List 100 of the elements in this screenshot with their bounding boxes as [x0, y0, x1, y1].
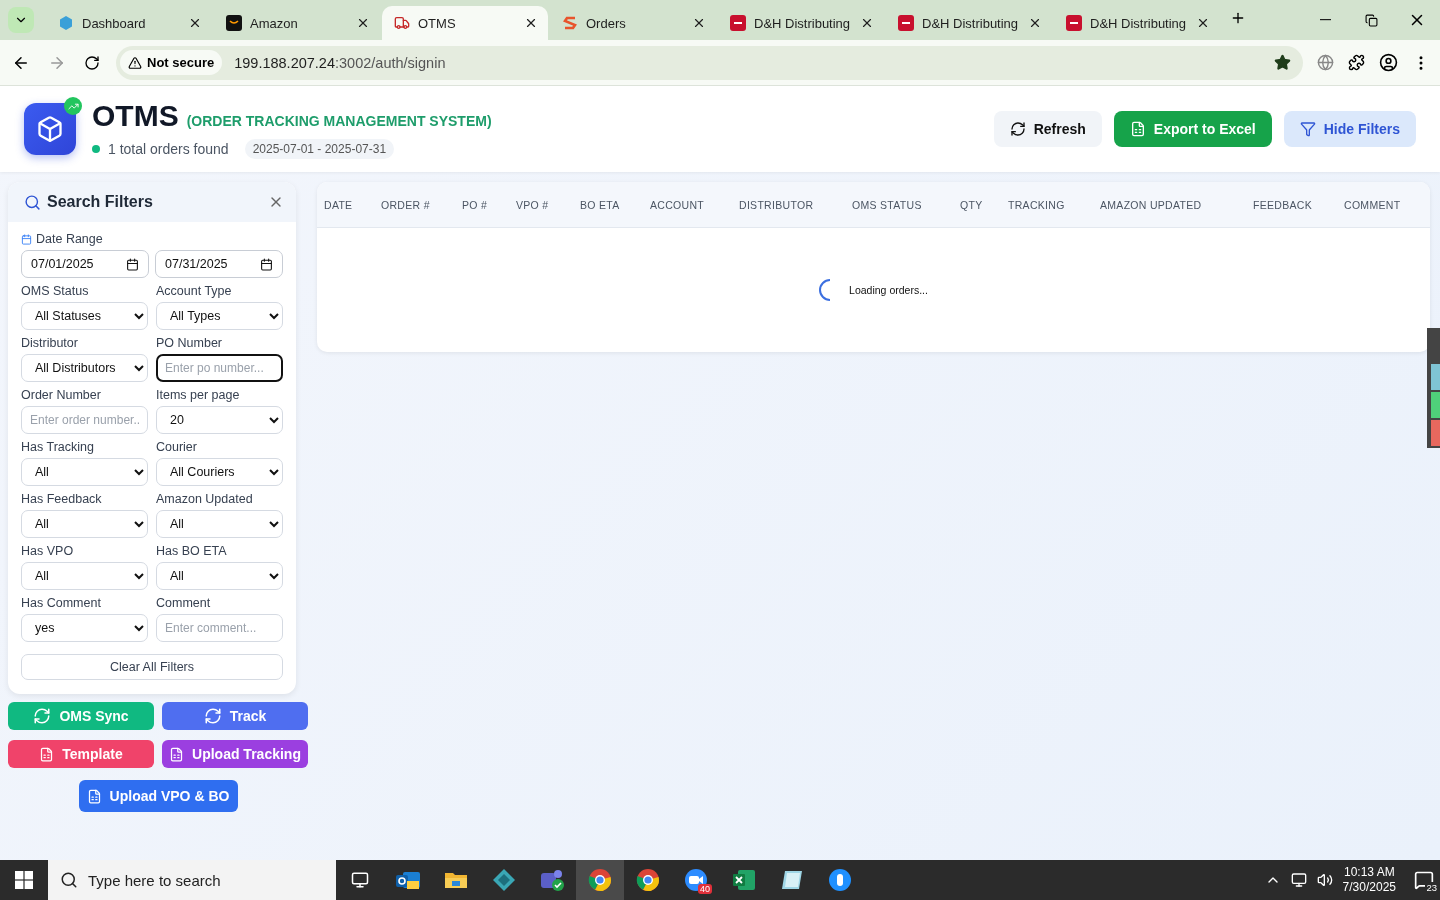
globe-icon[interactable] — [1317, 54, 1334, 71]
field-label: Has BO ETA — [156, 544, 228, 558]
column-header: OMS STATUS — [852, 198, 923, 211]
select-field[interactable]: All Statuses — [21, 302, 148, 330]
close-icon[interactable] — [860, 16, 874, 30]
order-count: 1 total orders found — [108, 141, 229, 157]
select-field[interactable]: All — [21, 458, 148, 486]
select-field[interactable]: yes — [21, 614, 148, 642]
browser-tab[interactable]: D&H Distributing — [886, 6, 1052, 40]
date-range-badge: 2025-07-01 - 2025-07-31 — [244, 139, 395, 159]
search-icon — [60, 871, 78, 889]
close-icon[interactable] — [692, 16, 706, 30]
calendar-icon — [126, 257, 139, 271]
field-label: Courier — [156, 440, 198, 454]
hexagon-icon — [58, 15, 74, 31]
spreadsheet-icon — [732, 869, 756, 891]
bookmark-star-icon[interactable] — [1274, 54, 1291, 71]
side-widget[interactable] — [1427, 328, 1440, 448]
extensions-icon[interactable] — [1348, 54, 1365, 71]
square-logo-icon — [1066, 15, 1082, 31]
select-field[interactable]: All — [21, 562, 148, 590]
select-field[interactable]: All Couriers — [156, 458, 283, 486]
select-field[interactable]: 20 — [156, 406, 283, 434]
file-icon — [39, 746, 55, 762]
taskbar-search-field[interactable]: Type here to search — [48, 860, 336, 900]
close-icon[interactable] — [1196, 16, 1210, 30]
date-field[interactable]: 07/31/2025 — [155, 250, 283, 278]
clock[interactable]: 10:13 AM 7/30/2025 — [1342, 865, 1396, 895]
field-label: Order Number — [21, 388, 102, 402]
select-field[interactable]: All — [156, 510, 283, 538]
clear-filters-button[interactable]: Clear All Filters — [21, 654, 283, 680]
calendar-icon — [260, 257, 273, 271]
browser-icon — [636, 868, 660, 892]
column-header: QTY — [960, 198, 984, 211]
browser-tab[interactable]: Dashboard — [46, 6, 212, 40]
panel-title: Search Filters — [47, 193, 154, 211]
notification-badge: 40 — [698, 884, 712, 894]
field-label: Has Comment — [21, 596, 102, 610]
reload-icon — [84, 54, 100, 71]
field-label: Distributor — [21, 336, 79, 350]
tab-search-button[interactable] — [8, 7, 34, 33]
column-header: ORDER # — [381, 198, 431, 211]
field-label: OMS Status — [21, 284, 90, 298]
refresh-icon — [1009, 121, 1026, 137]
action-button[interactable]: Template — [8, 740, 154, 768]
browser-tab[interactable]: Orders — [550, 6, 716, 40]
browser-tab[interactable]: D&H Distributing — [718, 6, 884, 40]
column-header: PO # — [462, 198, 489, 211]
mail-icon — [395, 869, 421, 891]
file-icon — [86, 788, 102, 804]
status-dot — [92, 145, 100, 153]
spinner-icon — [819, 279, 832, 301]
text-field[interactable]: Enter po number... — [156, 354, 283, 382]
close-icon[interactable] — [524, 16, 538, 30]
notification-count: 23 — [1425, 882, 1438, 893]
url-text: 199.188.207.24:3002/auth/signin — [234, 54, 447, 71]
browser-tab[interactable]: OTMS — [382, 6, 548, 40]
column-header: DATE — [324, 198, 354, 211]
address-bar[interactable]: Not secure 199.188.207.24:3002/auth/signin — [116, 45, 1303, 80]
calendar-icon — [21, 233, 32, 245]
action-button[interactable]: Track — [162, 702, 308, 730]
square-logo-icon — [898, 15, 914, 31]
sync-icon — [203, 707, 222, 725]
browser-tab[interactable]: Amazon — [214, 6, 380, 40]
security-chip[interactable]: Not secure — [120, 50, 223, 75]
select-field[interactable]: All Distributors — [21, 354, 148, 382]
select-field[interactable]: All Types — [156, 302, 283, 330]
field-label: Amazon Updated — [156, 492, 254, 506]
folder-icon — [444, 870, 468, 890]
refresh-button[interactable]: Refresh — [993, 111, 1102, 147]
browser-tab[interactable]: D&H Distributing — [1054, 6, 1220, 40]
close-icon[interactable] — [356, 16, 370, 30]
volume-icon[interactable] — [1316, 872, 1333, 888]
filter-button[interactable]: Hide Filters — [1283, 111, 1416, 147]
file-icon — [169, 746, 185, 762]
app-title: OTMS — [92, 99, 179, 133]
column-header: FEEDBACK — [1253, 198, 1313, 211]
column-header: COMMENT — [1344, 198, 1402, 211]
people-icon — [539, 868, 565, 892]
browser-icon — [588, 868, 612, 892]
field-label: Comment — [156, 596, 212, 610]
field-label: PO Number — [156, 336, 223, 350]
date-field[interactable]: 07/01/2025 — [21, 250, 149, 278]
field-label: Items per page — [156, 388, 241, 402]
select-field[interactable]: All — [156, 562, 283, 590]
windows-logo-icon — [15, 871, 33, 889]
taskbar-app-button[interactable]: 40 — [672, 860, 720, 900]
smile-logo-icon — [226, 15, 242, 31]
action-button[interactable]: Upload Tracking — [162, 740, 308, 768]
profile-icon[interactable] — [1379, 53, 1398, 72]
network-icon[interactable] — [1290, 872, 1307, 888]
close-icon[interactable] — [1028, 16, 1042, 30]
field-label: Has VPO — [21, 544, 75, 558]
select-field[interactable]: All — [21, 510, 148, 538]
field-label: Has Tracking — [21, 440, 95, 454]
warning-icon — [128, 55, 142, 70]
action-button[interactable]: Upload VPO & BO — [78, 780, 238, 812]
filter-icon — [1299, 121, 1316, 137]
mouse-icon — [828, 868, 852, 892]
close-icon[interactable] — [188, 16, 202, 30]
